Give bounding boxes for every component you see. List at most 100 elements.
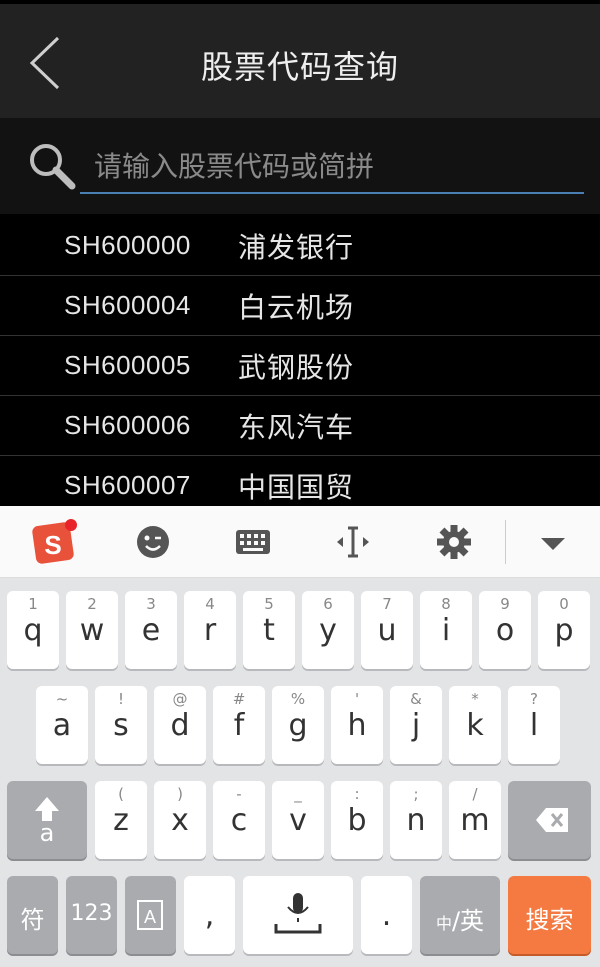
key-w[interactable]: 2w	[66, 591, 118, 669]
key-hint: /	[472, 785, 478, 803]
key-label: a	[52, 708, 72, 743]
number-key[interactable]: 123	[66, 876, 117, 954]
key-hint: 3	[146, 595, 156, 613]
key-hint: 9	[500, 595, 510, 613]
key-d[interactable]: @ d	[154, 686, 206, 764]
handwriting-a-icon: A	[137, 900, 163, 930]
key-g[interactable]: % g	[272, 686, 324, 764]
key-label: h	[347, 708, 367, 743]
key-hint: 4	[205, 595, 215, 613]
key-label: w	[79, 613, 105, 648]
key-label: e	[141, 613, 161, 648]
key-l[interactable]: ? l	[508, 686, 560, 764]
stock-name: 东风汽车	[238, 410, 355, 444]
list-item[interactable]: SH600006 东风汽车	[0, 396, 600, 456]
key-label: z	[113, 803, 129, 838]
key-label: q	[23, 613, 43, 648]
key-label: l	[529, 708, 539, 743]
settings-icon[interactable]	[428, 516, 480, 568]
key-hint: @	[172, 690, 188, 708]
list-item[interactable]: SH600007 中国国贸	[0, 456, 600, 506]
key-h[interactable]: ' h	[331, 686, 383, 764]
shift-label: a	[39, 819, 55, 847]
key-label: m	[460, 803, 490, 838]
cursor-icon[interactable]	[327, 516, 379, 568]
key-hint: -	[236, 785, 242, 803]
key-label: j	[411, 708, 421, 743]
key-hint: 8	[441, 595, 451, 613]
symbol-key[interactable]: 符	[7, 876, 58, 954]
key-f[interactable]: # f	[213, 686, 265, 764]
key-label: u	[377, 613, 397, 648]
search-icon	[30, 144, 76, 190]
backspace-key[interactable]	[508, 781, 591, 859]
key-hint: %	[290, 690, 306, 708]
backspace-icon	[536, 808, 568, 832]
key-label: x	[171, 803, 189, 838]
key-hint: ~	[55, 690, 69, 708]
comma-label: ,	[204, 898, 215, 933]
space-voice-key[interactable]	[243, 876, 353, 954]
key-label: r	[203, 613, 217, 648]
key-m[interactable]: / m	[449, 781, 501, 859]
toolbar-divider	[505, 520, 506, 564]
list-item[interactable]: SH600004 白云机场	[0, 276, 600, 336]
number-label: 123	[70, 901, 113, 926]
key-hint: #	[232, 690, 246, 708]
key-y[interactable]: 6y	[302, 591, 354, 669]
key-label: t	[263, 613, 275, 648]
period-key[interactable]: .	[361, 876, 412, 954]
search-input[interactable]	[80, 140, 584, 194]
key-hint: _	[294, 785, 302, 803]
shift-key[interactable]: a	[7, 781, 87, 859]
sogou-logo-icon[interactable]: S	[28, 516, 80, 568]
language-label: 中/英	[420, 901, 500, 936]
key-hint: ;	[413, 785, 419, 803]
key-label: i	[441, 613, 451, 648]
svg-text:A: A	[144, 907, 156, 927]
key-label: g	[288, 708, 308, 743]
search-key[interactable]: 搜索	[508, 876, 591, 954]
key-e[interactable]: 3e	[125, 591, 177, 669]
key-hint: '	[354, 690, 360, 708]
key-a[interactable]: ~ a	[36, 686, 88, 764]
comma-key[interactable]: ,	[184, 876, 235, 954]
language-switch-key[interactable]: 中/英	[420, 876, 500, 954]
stock-name: 白云机场	[238, 290, 355, 324]
keyboard-icon[interactable]	[227, 516, 279, 568]
svg-text:S: S	[44, 530, 61, 560]
list-item[interactable]: SH600005 武钢股份	[0, 336, 600, 396]
key-hint: *	[471, 690, 479, 708]
key-j[interactable]: & j	[390, 686, 442, 764]
soft-keyboard: 1q 2w 3e 4r 5t 6y 7u 8i 9o 0p ~ a ! s @ d #…	[0, 578, 600, 967]
key-v[interactable]: _ v	[272, 781, 324, 859]
key-z[interactable]: (z	[95, 781, 147, 859]
stock-name: 武钢股份	[238, 350, 355, 384]
key-b[interactable]: :b	[331, 781, 383, 859]
key-hint: 7	[382, 595, 392, 613]
stock-code: SH600000	[64, 230, 191, 260]
hide-keyboard-icon[interactable]	[527, 516, 579, 568]
key-k[interactable]: * k	[449, 686, 501, 764]
list-item[interactable]: SH600000 浦发银行	[0, 216, 600, 276]
key-label: n	[406, 803, 426, 838]
stock-code: SH600006	[64, 410, 191, 440]
page-title: 股票代码查询	[200, 48, 399, 86]
symbol-label: 符	[20, 906, 45, 934]
key-hint: 2	[87, 595, 97, 613]
language-label-big: /英	[451, 907, 485, 935]
key-x[interactable]: ) x	[154, 781, 206, 859]
key-n[interactable]: ; n	[390, 781, 442, 859]
key-i[interactable]: 8i	[420, 591, 472, 669]
key-p[interactable]: 0p	[538, 591, 590, 669]
key-label: k	[466, 708, 484, 743]
handwriting-key[interactable]: A	[125, 876, 176, 954]
key-o[interactable]: 9o	[479, 591, 531, 669]
key-s[interactable]: ! s	[95, 686, 147, 764]
key-c[interactable]: -c	[213, 781, 265, 859]
key-q[interactable]: 1q	[7, 591, 59, 669]
key-r[interactable]: 4r	[184, 591, 236, 669]
emoji-icon[interactable]	[127, 516, 179, 568]
key-t[interactable]: 5t	[243, 591, 295, 669]
key-u[interactable]: 7u	[361, 591, 413, 669]
